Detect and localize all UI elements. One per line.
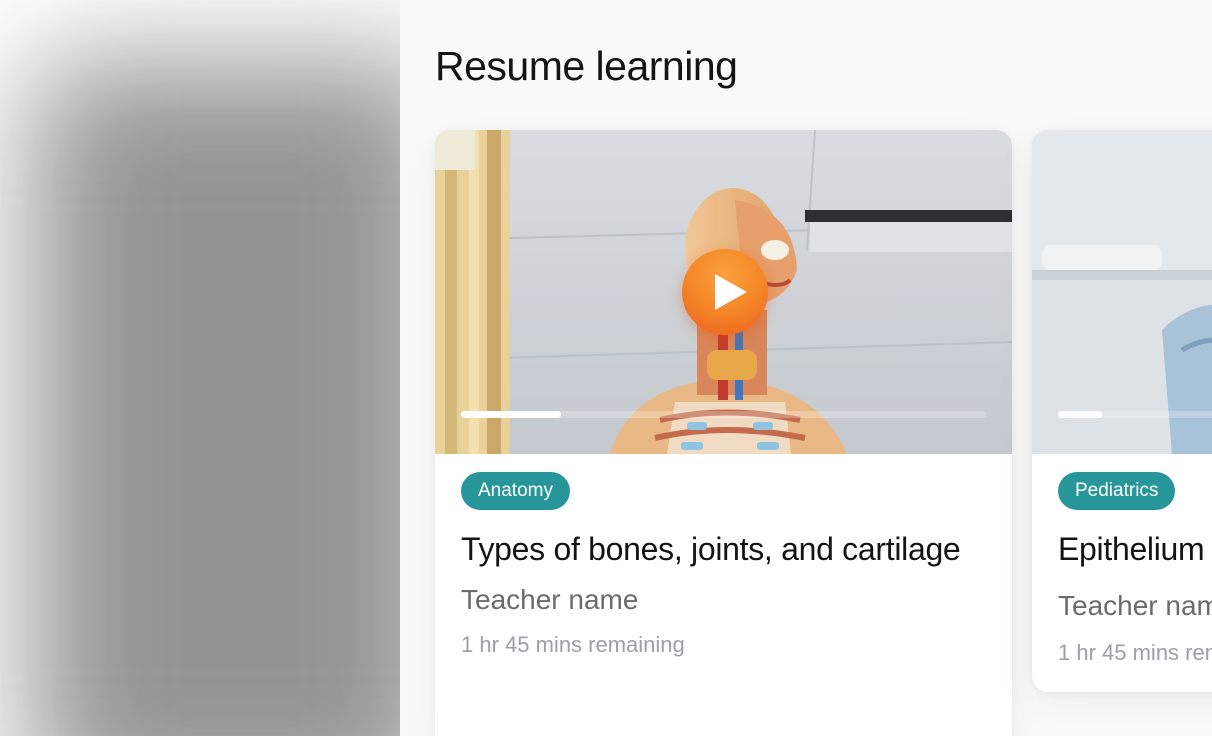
category-tag: Pediatrics bbox=[1058, 472, 1176, 510]
progress-bar bbox=[461, 411, 986, 418]
course-thumbnail[interactable] bbox=[1032, 130, 1212, 454]
teacher-name: Teacher name bbox=[461, 584, 639, 615]
course-card[interactable]: Pediatrics Epithelium Teacher name 1 hr … bbox=[1032, 130, 1212, 692]
page: Resume learning Anatomy Types of bones, … bbox=[0, 0, 1212, 736]
progress-fill bbox=[1058, 411, 1103, 418]
course-title[interactable]: Types of bones, joints, and cartilage bbox=[461, 526, 992, 573]
progress-bar bbox=[1058, 411, 1212, 418]
play-icon bbox=[715, 274, 747, 310]
play-button[interactable] bbox=[682, 249, 768, 335]
course-thumbnail[interactable] bbox=[435, 130, 1012, 454]
progress-fill bbox=[461, 411, 561, 418]
course-card-body: Pediatrics Epithelium Teacher name 1 hr … bbox=[1058, 472, 1212, 667]
time-remaining: 1 hr 45 mins remaining bbox=[461, 632, 685, 657]
patient-image bbox=[1032, 130, 1212, 454]
course-card[interactable]: Anatomy Types of bones, joints, and cart… bbox=[435, 130, 1012, 736]
shadow-backdrop bbox=[0, 0, 400, 736]
course-title[interactable]: Epithelium bbox=[1058, 526, 1212, 573]
section-title: Resume learning bbox=[435, 43, 738, 89]
course-card-body: Anatomy Types of bones, joints, and cart… bbox=[461, 472, 992, 659]
time-remaining: 1 hr 45 mins remaining bbox=[1058, 640, 1212, 665]
resume-learning-panel: Resume learning Anatomy Types of bones, … bbox=[400, 0, 1212, 736]
teacher-name: Teacher name bbox=[1058, 590, 1212, 621]
category-tag: Anatomy bbox=[461, 472, 570, 510]
